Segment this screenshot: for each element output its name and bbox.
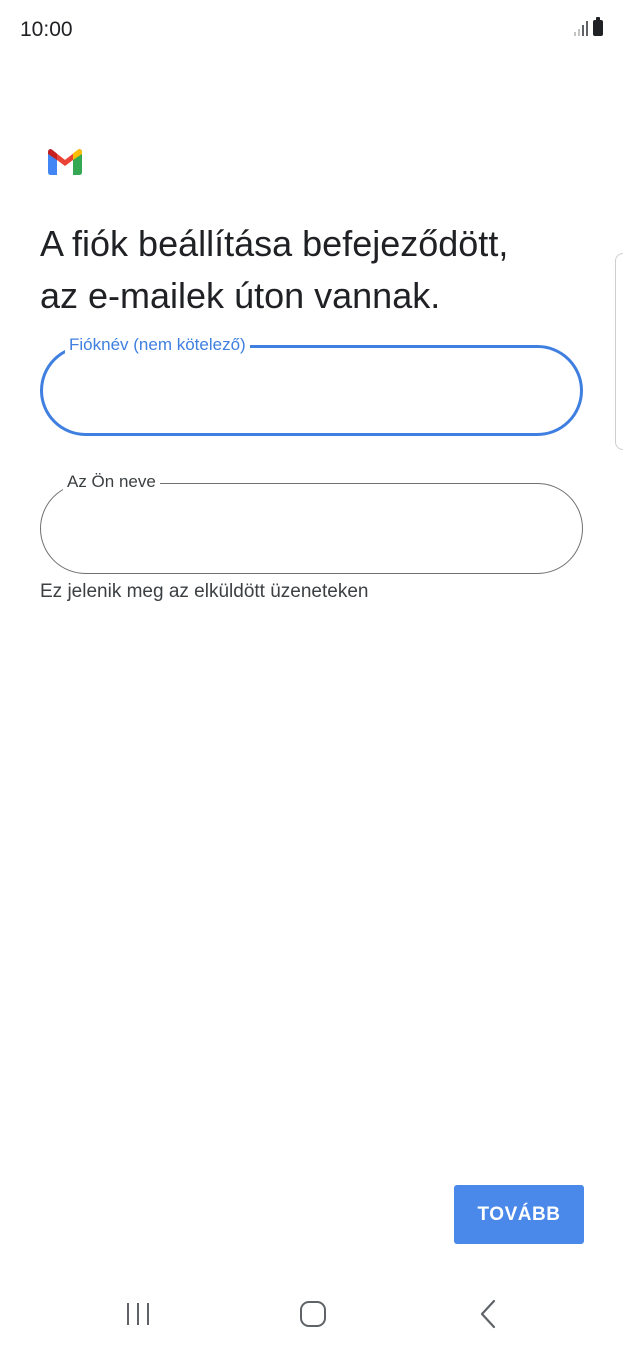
next-button[interactable]: TOVÁBB (454, 1185, 584, 1244)
edge-panel-handle[interactable] (615, 253, 623, 450)
navigation-bar (0, 1272, 623, 1351)
your-name-helper-text: Ez jelenik meg az elküldött üzeneteken (40, 581, 369, 602)
home-button[interactable] (283, 1286, 343, 1342)
title-line-1: A fiók beállítása befejeződött, (40, 223, 509, 264)
recents-icon (127, 1303, 149, 1325)
page-title: A fiók beállítása befejeződött, az e-mail… (40, 218, 600, 322)
your-name-label: Az Ön neve (63, 471, 160, 493)
status-bar: 10:00 (0, 0, 623, 60)
your-name-input[interactable] (71, 506, 552, 551)
gmail-logo (48, 149, 82, 175)
recents-button[interactable] (108, 1286, 168, 1342)
back-icon (480, 1299, 496, 1329)
your-name-field[interactable]: Az Ön neve (40, 471, 583, 574)
account-name-label: Fióknév (nem kötelező) (65, 334, 250, 356)
status-time: 10:00 (20, 18, 73, 41)
back-button[interactable] (458, 1286, 518, 1342)
account-name-field[interactable]: Fióknév (nem kötelező) (40, 334, 583, 436)
title-line-2: az e-mailek úton vannak. (40, 275, 441, 316)
battery-icon (593, 17, 603, 36)
signal-icon (574, 20, 588, 36)
account-name-input[interactable] (73, 370, 550, 411)
home-icon (300, 1301, 326, 1327)
status-icons (574, 17, 603, 36)
